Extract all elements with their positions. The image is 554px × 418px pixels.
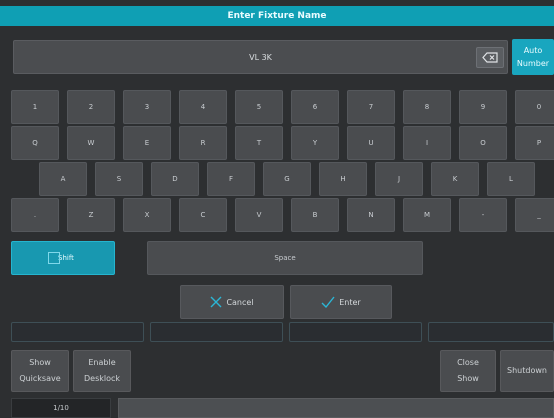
check-icon xyxy=(321,296,335,308)
key[interactable]: 2 xyxy=(67,90,115,124)
key[interactable]: L xyxy=(487,162,535,196)
key[interactable]: J xyxy=(375,162,423,196)
key[interactable]: 3 xyxy=(123,90,171,124)
key[interactable]: O xyxy=(459,126,507,160)
key[interactable]: R xyxy=(179,126,227,160)
enter-button[interactable]: Enter xyxy=(290,285,392,319)
auto-number-button[interactable]: Auto Number xyxy=(512,39,554,75)
enable-desklock-button[interactable]: Enable Desklock xyxy=(73,350,131,392)
close-show-line2: Show xyxy=(457,374,479,383)
key[interactable]: 6 xyxy=(291,90,339,124)
cancel-button[interactable]: Cancel xyxy=(180,285,284,319)
key[interactable]: T xyxy=(235,126,283,160)
shift-icon xyxy=(48,252,60,264)
status-slot xyxy=(289,322,422,342)
key[interactable]: X xyxy=(123,198,171,232)
fixture-name-input[interactable]: VL 3K xyxy=(13,40,508,74)
keyboard: 1 2 3 4 5 6 7 8 9 0 Q W E R T Y U I O P A S D F G H J K L. Z X C V B N M - _ xyxy=(0,82,554,234)
command-line[interactable] xyxy=(118,398,554,418)
key[interactable]: E xyxy=(123,126,171,160)
dialog-title: Enter Fixture Name xyxy=(0,6,554,26)
key[interactable]: A xyxy=(39,162,87,196)
key[interactable]: F xyxy=(207,162,255,196)
key[interactable]: - xyxy=(459,198,507,232)
shutdown-label: Shutdown xyxy=(507,366,547,375)
key[interactable]: D xyxy=(151,162,199,196)
key[interactable]: Y xyxy=(291,126,339,160)
status-slot xyxy=(428,322,554,342)
status-slot xyxy=(150,322,283,342)
key[interactable]: . xyxy=(11,198,59,232)
shift-label: Shift xyxy=(58,254,74,262)
close-show-button[interactable]: Close Show xyxy=(440,350,496,392)
page-indicator: 1/10 xyxy=(11,398,111,418)
x-icon xyxy=(210,296,222,308)
key[interactable]: W xyxy=(67,126,115,160)
show-quicksave-line1: Show xyxy=(29,358,51,367)
space-key[interactable]: Space xyxy=(147,241,423,275)
enable-desklock-line2: Desklock xyxy=(83,374,121,383)
key[interactable]: V xyxy=(235,198,283,232)
key[interactable]: Q xyxy=(11,126,59,160)
key[interactable]: 7 xyxy=(347,90,395,124)
key[interactable]: C xyxy=(179,198,227,232)
enable-desklock-line1: Enable xyxy=(88,358,116,367)
enter-label: Enter xyxy=(339,297,361,307)
key[interactable]: N xyxy=(347,198,395,232)
key[interactable]: S xyxy=(95,162,143,196)
key[interactable]: I xyxy=(403,126,451,160)
key[interactable]: G xyxy=(263,162,311,196)
backspace-button[interactable] xyxy=(476,47,504,68)
key[interactable]: 8 xyxy=(403,90,451,124)
key[interactable]: 5 xyxy=(235,90,283,124)
show-quicksave-button[interactable]: Show Quicksave xyxy=(11,350,69,392)
key[interactable]: 1 xyxy=(11,90,59,124)
cancel-label: Cancel xyxy=(226,297,254,307)
auto-number-line2: Number xyxy=(516,59,550,68)
key[interactable]: U xyxy=(347,126,395,160)
close-show-line1: Close xyxy=(457,358,479,367)
key[interactable]: B xyxy=(291,198,339,232)
key[interactable]: 4 xyxy=(179,90,227,124)
key[interactable]: 9 xyxy=(459,90,507,124)
key[interactable]: P xyxy=(515,126,554,160)
space-label: Space xyxy=(274,254,296,262)
auto-number-line1: Auto xyxy=(523,46,543,55)
show-quicksave-line2: Quicksave xyxy=(19,374,61,383)
shutdown-button[interactable]: Shutdown xyxy=(500,350,554,392)
key[interactable]: Z xyxy=(67,198,115,232)
shift-key[interactable]: Shift xyxy=(11,241,115,275)
key[interactable]: 0 xyxy=(515,90,554,124)
key[interactable]: _ xyxy=(515,198,554,232)
status-slot xyxy=(11,322,144,342)
backspace-icon xyxy=(482,52,498,63)
key[interactable]: H xyxy=(319,162,367,196)
key[interactable]: M xyxy=(403,198,451,232)
key[interactable]: K xyxy=(431,162,479,196)
